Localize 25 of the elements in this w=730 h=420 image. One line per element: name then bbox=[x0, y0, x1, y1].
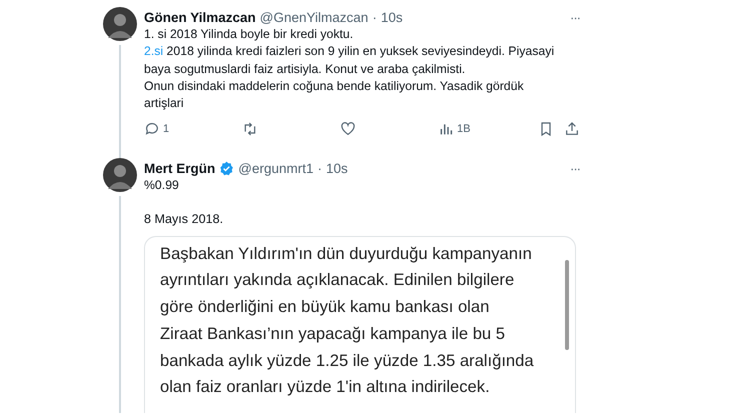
more-button[interactable]: ··· bbox=[570, 160, 580, 176]
post-text: 1. si 2018 Yilinda boyle bir kredi yoktu. bbox=[144, 26, 354, 43]
repost-icon[interactable] bbox=[242, 121, 258, 138]
post-text: Onun disindaki maddelerin coğuna bende katiliyorum. Yasadik gördük artişlari bbox=[144, 78, 525, 112]
separator-dot: · bbox=[318, 160, 322, 176]
separator-dot: · bbox=[372, 10, 377, 24]
user-handle[interactable]: @GnenYilmazcan bbox=[260, 10, 368, 24]
avatar[interactable] bbox=[102, 158, 136, 192]
user-name[interactable]: Gönen Yilmazcan bbox=[144, 10, 256, 24]
verified-badge-icon[interactable] bbox=[219, 160, 234, 176]
share-icon[interactable] bbox=[564, 121, 580, 138]
avatar[interactable] bbox=[102, 7, 136, 41]
user-name[interactable]: Mert Ergün bbox=[144, 160, 216, 176]
article-text: Başbakan Yıldırım'ın dün duyurduğu kampanyanın ayrıntıları yakında açıklanacak. Edinilen bilgilere göre önderliğini en büyük kamu bankası olan Ziraat Bankası’nın yapacağı kampanya ile bu 5 bankada aylık yüzde 1.25 ile yüzde 1.35 aralığında olan faiz oranları yüzde 1'in altına indirilecek. bbox=[159, 242, 535, 398]
post-text: %0.99 bbox=[144, 177, 180, 194]
view-count: 1B bbox=[457, 123, 470, 136]
user-handle[interactable]: @ergunmrt1 bbox=[238, 160, 314, 176]
more-button[interactable]: ··· bbox=[570, 10, 580, 24]
heart-icon[interactable] bbox=[340, 121, 356, 138]
post-text: 8 Mayıs 2018. bbox=[144, 212, 224, 226]
post-time[interactable]: 10s bbox=[380, 10, 403, 24]
reply-count: 1 bbox=[163, 123, 170, 136]
post-time[interactable]: 10s bbox=[326, 160, 348, 176]
reply-icon[interactable] bbox=[144, 121, 160, 138]
post-text: 2.si 2018 yilinda kredi faizleri son 9 yilin en yuksek seviyesindeydi. Piyasayi baya sogutmuslardi faiz artisiyla. Konut ve araba çakilmisti. bbox=[144, 43, 556, 78]
